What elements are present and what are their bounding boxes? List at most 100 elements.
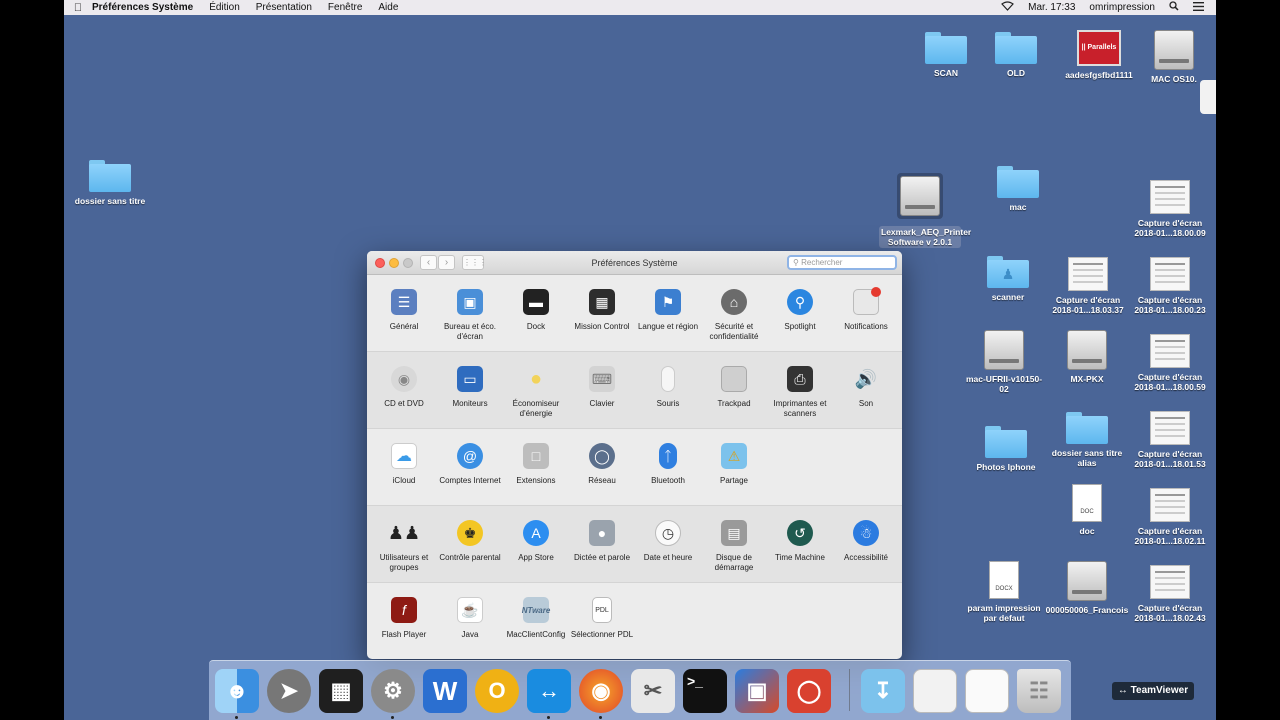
globe-icon: ◯ (589, 443, 615, 469)
menu-app-name[interactable]: Préférences Système (92, 2, 193, 13)
stack-screenshots-icon[interactable] (965, 669, 1009, 713)
pref-dictation-speech[interactable]: ● Dictée et parole (569, 520, 635, 563)
orange-app-icon[interactable]: O (475, 669, 519, 713)
pref-parental-controls[interactable]: ♚ Contrôle parental (437, 520, 503, 563)
desktop-icon-mac-ufrii[interactable]: mac-UFRII-v10150-02 (962, 330, 1046, 394)
word-icon[interactable]: W (423, 669, 467, 713)
pref-internet-accounts[interactable]: @ Comptes Internet (437, 443, 503, 486)
remote-desktop-icon[interactable]: ◯ (787, 669, 831, 713)
pref-security[interactable]: ⌂ Sécurité et confidentialité (701, 289, 767, 341)
desktop-icon-lexmark[interactable]: Lexmark_AEQ_Printer Software v 2.0.1 (878, 173, 971, 248)
pref-mission-control[interactable]: ▦ Mission Control (569, 289, 635, 332)
wifi-icon[interactable] (1001, 1, 1015, 14)
pref-printers-scanners[interactable]: ⎙ Imprimantes et scanners (767, 366, 833, 418)
desktop-icon-parallels[interactable]: || Parallels aadesfgsfbd1111 (1057, 30, 1141, 80)
teamviewer-side-tab[interactable] (1200, 80, 1216, 114)
terminal-icon[interactable]: >_ (683, 669, 727, 713)
apple-menu-icon[interactable]:  (64, 2, 92, 14)
pref-bluetooth[interactable]: ᛏ Bluetooth (635, 443, 701, 486)
parallels-dock-icon[interactable]: ▣ (735, 669, 779, 713)
screenshot-scissors-icon[interactable]: ✂ (631, 669, 675, 713)
pref-mouse[interactable]: Souris (635, 366, 701, 409)
desktop-icon-capture-1[interactable]: Capture d'écran 2018-01...18.00.09 (1128, 180, 1212, 238)
prefs-row-hardware: ◉ CD et DVD ▭ Moniteurs ● Économiseur d'éne… (367, 352, 902, 429)
pref-dock[interactable]: ▬ Dock (503, 289, 569, 332)
desktop-icon-old[interactable]: OLD (974, 32, 1058, 78)
menu-fenetre[interactable]: Fenêtre (328, 2, 362, 13)
finder-icon[interactable]: ☻ (215, 669, 259, 713)
desktop-icon-dossier-sans-titre[interactable]: dossier sans titre (68, 160, 152, 206)
desktop-icon-capture-4[interactable]: Capture d'écran 2018-01...18.00.59 (1128, 334, 1212, 392)
desktop-icon-dossier-alias[interactable]: dossier sans titre alias (1045, 412, 1129, 468)
menu-user[interactable]: omrimpression (1089, 2, 1155, 13)
desktop[interactable]:  Préférences Système Édition Présentati… (64, 0, 1216, 720)
pref-icloud[interactable]: ☁ iCloud (371, 443, 437, 486)
pref-desktop-screensaver[interactable]: ▣ Bureau et éco. d'écran (437, 289, 503, 341)
window-titlebar[interactable]: ‹ › ⋮⋮⋮ Préférences Système ⚲ Rechercher (367, 251, 902, 275)
launchpad-rocket-icon[interactable]: ➤ (267, 669, 311, 713)
pref-time-machine[interactable]: ↺ Time Machine (767, 520, 833, 563)
pref-date-time[interactable]: ◷ Date et heure (635, 520, 701, 563)
menu-presentation[interactable]: Présentation (256, 2, 312, 13)
pref-displays[interactable]: ▭ Moniteurs (437, 366, 503, 409)
desktop-icon-scanner[interactable]: ♟ scanner (966, 256, 1050, 302)
desktop-icon-mac[interactable]: mac (976, 166, 1060, 212)
desktop-icon-capture-3[interactable]: Capture d'écran 2018-01...18.00.23 (1128, 257, 1212, 315)
dock-separator (849, 669, 850, 711)
desktop-icon-photos-iphone[interactable]: Photos Iphone (964, 426, 1048, 472)
pref-java[interactable]: ☕ Java (437, 597, 503, 640)
downloads-folder-icon[interactable]: ↧ (861, 669, 905, 713)
desktop-icon-capture-5[interactable]: Capture d'écran 2018-01...18.01.53 (1128, 411, 1212, 469)
search-icon: ⚲ (793, 258, 799, 267)
trackpad-icon (721, 366, 747, 392)
pref-keyboard[interactable]: ⌨ Clavier (569, 366, 635, 409)
folder-icon (995, 32, 1037, 64)
pref-app-store[interactable]: A App Store (503, 520, 569, 563)
pref-notifications[interactable]: Notifications (833, 287, 899, 332)
pref-sharing[interactable]: ⚠ Partage (701, 443, 767, 486)
pdl-document-icon: PDL (592, 597, 612, 623)
pref-language-region[interactable]: ⚑ Langue et région (635, 289, 701, 332)
teamviewer-dock-icon[interactable]: ↔ (527, 669, 571, 713)
stack-documents-icon[interactable] (913, 669, 957, 713)
pref-select-pdl[interactable]: PDL Sélectionner PDL (569, 597, 635, 640)
desktop-icon-param-impression[interactable]: DOCX param impression par defaut (962, 561, 1046, 623)
bluetooth-icon: ᛏ (659, 443, 677, 469)
search-input[interactable]: ⚲ Rechercher (787, 255, 897, 270)
docx-file-icon: DOCX (989, 561, 1019, 599)
pref-cd-dvd[interactable]: ◉ CD et DVD (371, 366, 437, 409)
screenshot-thumbnail-icon (1150, 565, 1190, 599)
pref-network[interactable]: ◯ Réseau (569, 443, 635, 486)
menu-edition[interactable]: Édition (209, 2, 240, 13)
teamviewer-badge[interactable]: ↔ TeamViewer (1112, 682, 1194, 700)
pref-sound[interactable]: 🔊 Son (833, 366, 899, 409)
desktop-icon-capture-7[interactable]: Capture d'écran 2018-01...18.02.43 (1128, 565, 1212, 623)
pref-energy-saver[interactable]: ● Économiseur d'énergie (503, 366, 569, 418)
pref-macclientconfig[interactable]: NTware MacClientConfig (503, 597, 569, 640)
pref-trackpad[interactable]: Trackpad (701, 366, 767, 409)
pref-startup-disk[interactable]: ▤ Disque de démarrage (701, 520, 767, 572)
folder-icon (925, 32, 967, 64)
menu-aide[interactable]: Aide (378, 2, 398, 13)
system-preferences-gear-icon[interactable]: ⚙ (371, 669, 415, 713)
pref-accessibility[interactable]: ☃ Accessibilité (833, 520, 899, 563)
desktop-icon-capture-2[interactable]: Capture d'écran 2018-01...18.03.37 (1046, 257, 1130, 315)
folder-icon (89, 160, 131, 192)
pref-spotlight[interactable]: ⚲ Spotlight (767, 289, 833, 332)
desktop-icon-capture-6[interactable]: Capture d'écran 2018-01...18.02.11 (1128, 488, 1212, 546)
desktop-icon-macos[interactable]: MAC OS10. (1132, 30, 1216, 84)
pref-extensions[interactable]: □ Extensions (503, 443, 569, 486)
pref-general[interactable]: ☰ Général (371, 289, 437, 332)
notifications-icon (853, 287, 881, 315)
mission-control-dock-icon[interactable]: ▦ (319, 669, 363, 713)
desktop-icon-doc[interactable]: DOC doc (1045, 484, 1129, 536)
spotlight-icon[interactable] (1169, 1, 1179, 14)
menu-clock[interactable]: Mar. 17:33 (1028, 2, 1075, 13)
pref-flash-player[interactable]: f Flash Player (371, 597, 437, 640)
desktop-icon-mx-pkx[interactable]: MX-PKX (1045, 330, 1129, 384)
desktop-icon-francois[interactable]: 000050006_Francois (1045, 561, 1129, 615)
trash-icon[interactable]: ☷ (1017, 669, 1061, 713)
firefox-icon[interactable]: ◉ (579, 669, 623, 713)
pref-users-groups[interactable]: ♟♟ Utilisateurs et groupes (371, 520, 437, 572)
notification-center-icon[interactable] (1193, 1, 1204, 14)
